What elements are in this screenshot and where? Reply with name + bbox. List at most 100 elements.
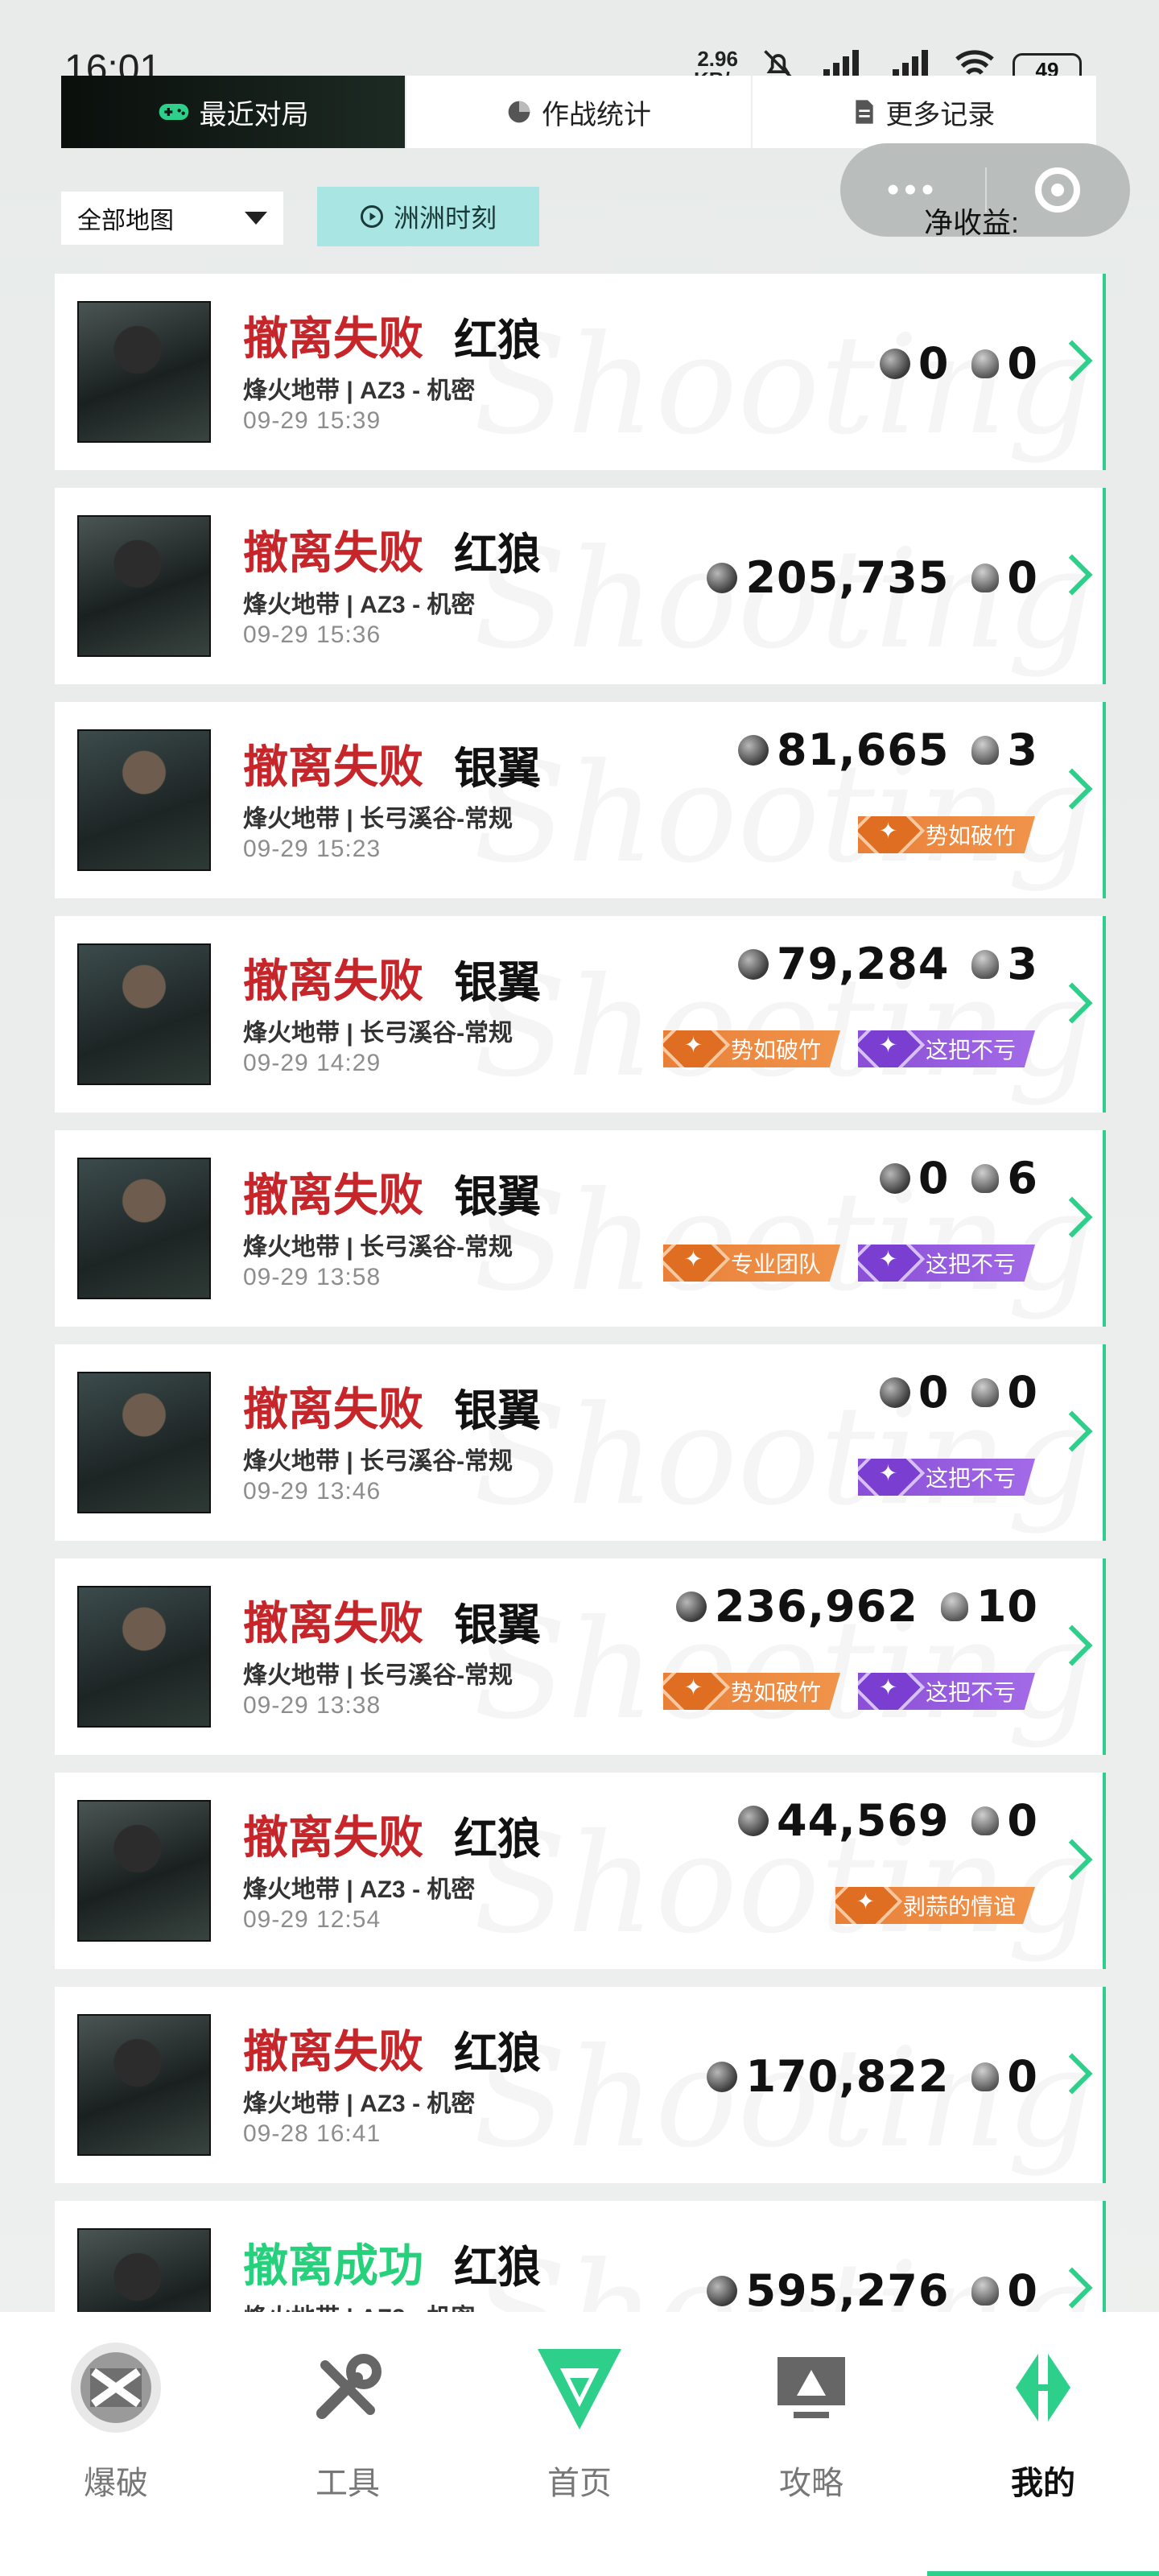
tab-label: 更多记录	[885, 99, 996, 130]
match-time: 09-29 13:58	[243, 1264, 382, 1290]
operator-avatar	[77, 1158, 211, 1299]
coin-icon	[738, 948, 769, 980]
map-filter-value: 全部地图	[77, 208, 174, 234]
coin-value: 205,735	[745, 552, 950, 603]
achievement-badge: ✦ 剥蒜的情谊	[835, 1887, 1035, 1924]
kill-helmet-icon	[971, 735, 1000, 765]
operator-name: 银翼	[454, 745, 541, 793]
caret-down-icon	[245, 212, 267, 225]
badge-row: ✦ 势如破竹 ✦ 这把不亏	[662, 1673, 1035, 1710]
badge-row: ✦ 剥蒜的情谊	[835, 1887, 1035, 1924]
operator-name: 红狼	[454, 2244, 541, 2292]
kill-value: 0	[1007, 2265, 1038, 2316]
match-time: 09-28 16:41	[243, 2120, 382, 2147]
match-time: 09-29 12:54	[243, 1906, 382, 1933]
kill-helmet-icon	[971, 1806, 1000, 1835]
match-card[interactable]: Shooting撤离失败银翼烽火地带 | 长弓溪谷-常规09-29 13:460…	[55, 1344, 1106, 1541]
badge-label: 这把不亏	[925, 1252, 1016, 1277]
achievement-badge: ✦ 势如破竹	[662, 1030, 840, 1067]
badge-row: ✦ 这把不亏	[857, 1459, 1035, 1496]
match-result: 撤离失败	[243, 956, 423, 1006]
operator-avatar	[77, 2014, 211, 2156]
kill-helmet-icon	[971, 349, 1000, 378]
badge-label: 这把不亏	[925, 1680, 1016, 1705]
match-time: 09-29 15:36	[243, 621, 382, 648]
nav-home[interactable]: 首页	[464, 2312, 695, 2576]
kill-helmet-icon	[971, 563, 1000, 592]
coin-value: 0	[918, 1367, 950, 1418]
match-stats: 81,665 3	[738, 724, 1038, 775]
kill-helmet-icon	[940, 1591, 968, 1621]
match-card[interactable]: Shooting撤离失败银翼烽火地带 | 长弓溪谷-常规09-29 14:297…	[55, 916, 1106, 1113]
coin-icon	[707, 2275, 738, 2306]
badge-label: 专业团队	[730, 1252, 821, 1277]
match-result: 撤离失败	[243, 1598, 423, 1649]
match-card[interactable]: Shooting撤离失败红狼烽火地带 | AZ3 - 机密09-29 15:36…	[55, 488, 1106, 684]
map-name: 烽火地带 | AZ3 - 机密	[243, 2091, 476, 2117]
nav-demolition[interactable]: 爆破	[0, 2312, 232, 2576]
match-result: 撤离失败	[243, 741, 423, 792]
nav-profile[interactable]: 我的	[927, 2312, 1159, 2576]
net-speed-value: 2.96	[697, 47, 738, 71]
badge-label: 这把不亏	[925, 1466, 1016, 1491]
match-result: 撤离失败	[243, 1812, 423, 1863]
match-result: 撤离失败	[243, 1384, 423, 1435]
match-time: 09-29 15:39	[243, 407, 382, 434]
achievement-badge: ✦ 专业团队	[662, 1245, 840, 1282]
operator-avatar	[77, 729, 211, 871]
operator-name: 银翼	[454, 959, 541, 1007]
coin-value: 170,822	[745, 2051, 950, 2102]
kill-value: 0	[1007, 1795, 1038, 1846]
moment-label: 洲洲时刻	[393, 204, 497, 233]
kill-helmet-icon	[971, 949, 1000, 979]
match-stats: 00	[879, 1367, 1038, 1418]
match-time: 09-29 14:29	[243, 1050, 382, 1076]
map-filter-select[interactable]: 全部地图	[61, 192, 283, 245]
achievement-badge: ✦ 势如破竹	[857, 816, 1035, 853]
gamepad-icon	[159, 104, 188, 120]
nav-label: 首页	[547, 2466, 612, 2501]
match-stats: 44,569 0	[738, 1795, 1038, 1846]
match-card[interactable]: Shooting撤离失败银翼烽火地带 | 长弓溪谷-常规09-29 13:580…	[55, 1130, 1106, 1327]
tab-more-records[interactable]: 更多记录	[753, 76, 1096, 148]
match-card[interactable]: Shooting撤离失败红狼烽火地带 | AZ3 - 机密09-29 15:39…	[55, 274, 1106, 470]
operator-name: 红狼	[454, 316, 541, 365]
operator-name: 银翼	[454, 1387, 541, 1435]
achievement-badge: ✦ 这把不亏	[857, 1245, 1035, 1282]
map-name: 烽火地带 | 长弓溪谷-常规	[243, 1448, 514, 1475]
achievement-badge: ✦ 这把不亏	[857, 1673, 1035, 1710]
coin-icon	[675, 1591, 707, 1622]
coin-icon	[738, 734, 769, 766]
operator-name: 银翼	[454, 1601, 541, 1649]
coin-value: 0	[918, 338, 950, 389]
coin-value: 79,284	[777, 939, 950, 989]
badge-label: 势如破竹	[925, 824, 1016, 848]
guide-icon	[763, 2339, 860, 2436]
operator-avatar	[77, 943, 211, 1085]
match-card[interactable]: Shooting撤离失败红狼烽火地带 | AZ3 - 机密09-28 16:41…	[55, 1987, 1106, 2183]
tools-icon	[299, 2339, 396, 2436]
nav-label: 工具	[316, 2466, 380, 2501]
badge-label: 剥蒜的情谊	[902, 1894, 1016, 1919]
nav-tools[interactable]: 工具	[232, 2312, 464, 2576]
match-stats: 06	[879, 1153, 1038, 1203]
tab-recent-matches[interactable]: 最近对局	[61, 76, 407, 148]
home-logo-icon	[531, 2339, 628, 2436]
moment-button[interactable]: 洲洲时刻	[317, 187, 539, 246]
kill-value: 10	[975, 1581, 1038, 1632]
match-card[interactable]: Shooting撤离失败红狼烽火地带 | AZ3 - 机密09-29 12:54…	[55, 1773, 1106, 1969]
coin-value: 44,569	[777, 1795, 950, 1846]
tab-combat-stats[interactable]: 作战统计	[406, 76, 753, 148]
kill-helmet-icon	[971, 1377, 1000, 1407]
badge-label: 势如破竹	[730, 1038, 821, 1063]
match-card[interactable]: Shooting撤离失败银翼烽火地带 | 长弓溪谷-常规09-29 13:382…	[55, 1558, 1106, 1755]
coin-icon	[738, 1805, 769, 1836]
operator-name: 红狼	[454, 530, 541, 579]
operator-avatar	[77, 1800, 211, 1942]
operator-name: 红狼	[454, 2029, 541, 2078]
net-income-label: 净收益:	[924, 206, 1020, 239]
coin-icon	[879, 1377, 910, 1408]
match-card[interactable]: Shooting撤离失败银翼烽火地带 | 长弓溪谷-常规09-29 15:238…	[55, 702, 1106, 898]
close-target-icon[interactable]	[1035, 167, 1080, 213]
nav-guide[interactable]: 攻略	[695, 2312, 927, 2576]
